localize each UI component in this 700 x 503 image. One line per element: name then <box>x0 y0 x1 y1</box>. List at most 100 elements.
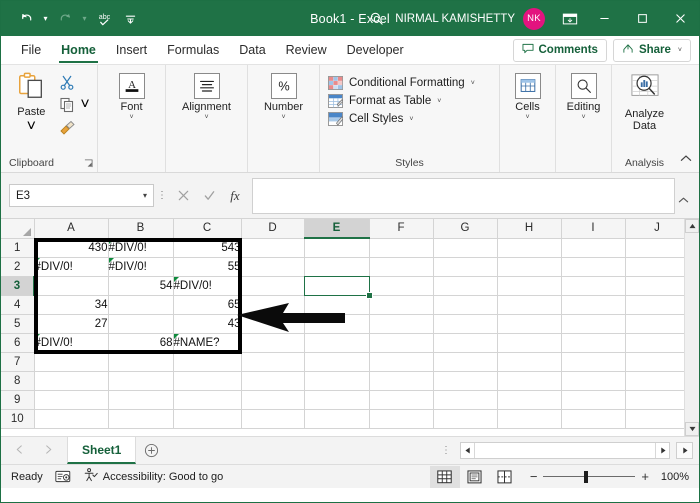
ribbon-group-number[interactable]: % Number ˅ <box>247 65 319 172</box>
col-header-H[interactable]: H <box>497 219 562 239</box>
analyze-data-button[interactable]: Analyze Data <box>612 69 677 132</box>
cell-B5[interactable] <box>108 314 174 334</box>
cell-E5[interactable] <box>304 314 370 334</box>
row-header-5[interactable]: 5 <box>1 314 35 334</box>
cell-J3[interactable] <box>625 276 690 296</box>
cell-F4[interactable] <box>369 295 434 315</box>
cell-D7[interactable] <box>241 352 305 372</box>
cell-C2[interactable]: 55 <box>173 257 242 277</box>
undo-dropdown-caret[interactable]: ▾ <box>39 6 52 32</box>
horizontal-scroll-track[interactable] <box>475 443 655 458</box>
cell-H7[interactable] <box>497 352 562 372</box>
cell-D10[interactable] <box>241 409 305 429</box>
cell-I3[interactable] <box>561 276 626 296</box>
alignment-button[interactable]: Alignment ˅ <box>166 69 247 122</box>
cell-G7[interactable] <box>433 352 498 372</box>
cell-B4[interactable] <box>108 295 174 315</box>
normal-view-icon[interactable] <box>429 465 460 488</box>
cell-H3[interactable] <box>497 276 562 296</box>
share-caret-icon[interactable]: ˅ <box>678 47 682 54</box>
tab-formulas[interactable]: Formulas <box>157 36 229 64</box>
worksheet-grid[interactable]: A B C D E F G H I J 1 430 #DIV/0! 543 2 … <box>1 219 699 436</box>
row-header-6[interactable]: 6 <box>1 333 35 353</box>
cell-E2[interactable] <box>304 257 370 277</box>
sheet-tab-sheet1[interactable]: Sheet1 <box>67 437 137 464</box>
cell-F10[interactable] <box>369 409 434 429</box>
cell-F1[interactable] <box>369 238 434 258</box>
hscroll-left-icon[interactable] <box>461 443 475 458</box>
cell-J4[interactable] <box>625 295 690 315</box>
cells-caret-icon[interactable]: ˅ <box>525 114 529 122</box>
cut-icon[interactable] <box>56 72 78 92</box>
zoom-control[interactable]: − + 100% <box>520 470 689 483</box>
zoom-level[interactable]: 100% <box>655 471 689 483</box>
tab-review[interactable]: Review <box>276 36 337 64</box>
close-button[interactable] <box>661 1 699 36</box>
cell-A5[interactable]: 27 <box>34 314 109 334</box>
cell-H4[interactable] <box>497 295 562 315</box>
row-header-4[interactable]: 4 <box>1 295 35 315</box>
cell-D9[interactable] <box>241 390 305 410</box>
cell-G8[interactable] <box>433 371 498 391</box>
cell-F2[interactable] <box>369 257 434 277</box>
cell-E3[interactable] <box>304 276 370 296</box>
clipboard-dialog-launcher-icon[interactable] <box>84 159 93 170</box>
cell-I2[interactable] <box>561 257 626 277</box>
cell-I8[interactable] <box>561 371 626 391</box>
cell-E9[interactable] <box>304 390 370 410</box>
row-header-3[interactable]: 3 <box>1 276 35 296</box>
zoom-slider[interactable] <box>543 470 636 483</box>
copy-icon[interactable] <box>56 95 78 115</box>
ribbon-collapse-icon[interactable] <box>680 150 692 168</box>
cell-D2[interactable] <box>241 257 305 277</box>
page-break-preview-icon[interactable] <box>490 466 520 488</box>
col-header-G[interactable]: G <box>433 219 498 239</box>
name-box-caret-icon[interactable]: ▾ <box>143 191 147 200</box>
cell-C6[interactable]: #NAME? <box>173 333 242 353</box>
name-box[interactable]: E3 ▾ <box>9 184 154 207</box>
cells-button[interactable]: Cells ˅ <box>500 69 555 122</box>
row-header-10[interactable]: 10 <box>1 409 35 429</box>
paste-caret-icon[interactable]: ˅ <box>27 118 36 136</box>
cell-D1[interactable] <box>241 238 305 258</box>
ribbon-group-font[interactable]: A Font ˅ <box>97 65 165 172</box>
cell-J1[interactable] <box>625 238 690 258</box>
col-header-J[interactable]: J <box>625 219 690 239</box>
cell-B6[interactable]: 68 <box>108 333 174 353</box>
font-button[interactable]: A Font ˅ <box>98 69 165 122</box>
undo-icon[interactable] <box>13 6 39 32</box>
ribbon-group-editing[interactable]: Editing ˅ <box>555 65 611 172</box>
cell-J2[interactable] <box>625 257 690 277</box>
row-header-9[interactable]: 9 <box>1 390 35 410</box>
redo-dropdown-caret[interactable]: ▾ <box>78 6 91 32</box>
cell-B9[interactable] <box>108 390 174 410</box>
share-button[interactable]: Share ˅ <box>612 38 691 62</box>
cell-A6[interactable]: #DIV/0! <box>34 333 109 353</box>
cell-B7[interactable] <box>108 352 174 372</box>
font-caret-icon[interactable]: ˅ <box>129 114 133 122</box>
cell-F6[interactable] <box>369 333 434 353</box>
cell-H10[interactable] <box>497 409 562 429</box>
cell-styles-button[interactable]: Cell Styles ˅ <box>328 112 475 126</box>
col-header-D[interactable]: D <box>241 219 305 239</box>
cell-F9[interactable] <box>369 390 434 410</box>
cell-J5[interactable] <box>625 314 690 334</box>
cell-E1[interactable] <box>304 238 370 258</box>
comments-button[interactable]: Comments <box>512 38 607 62</box>
cell-A2[interactable]: #DIV/0! <box>34 257 109 277</box>
cell-E4[interactable] <box>304 295 370 315</box>
enter-icon[interactable] <box>196 184 222 207</box>
sheet-next-icon[interactable] <box>44 444 53 457</box>
number-button[interactable]: % Number ˅ <box>248 69 319 122</box>
cell-A4[interactable]: 34 <box>34 295 109 315</box>
cell-E10[interactable] <box>304 409 370 429</box>
scroll-down-button[interactable] <box>685 422 699 436</box>
cell-G2[interactable] <box>433 257 498 277</box>
cell-J8[interactable] <box>625 371 690 391</box>
cell-C4[interactable]: 65 <box>173 295 242 315</box>
scroll-up-button[interactable] <box>685 219 699 233</box>
cell-D5[interactable] <box>241 314 305 334</box>
cell-B2[interactable]: #DIV/0! <box>108 257 174 277</box>
formula-input[interactable] <box>252 177 675 214</box>
horizontal-scrollbar[interactable] <box>460 442 670 459</box>
